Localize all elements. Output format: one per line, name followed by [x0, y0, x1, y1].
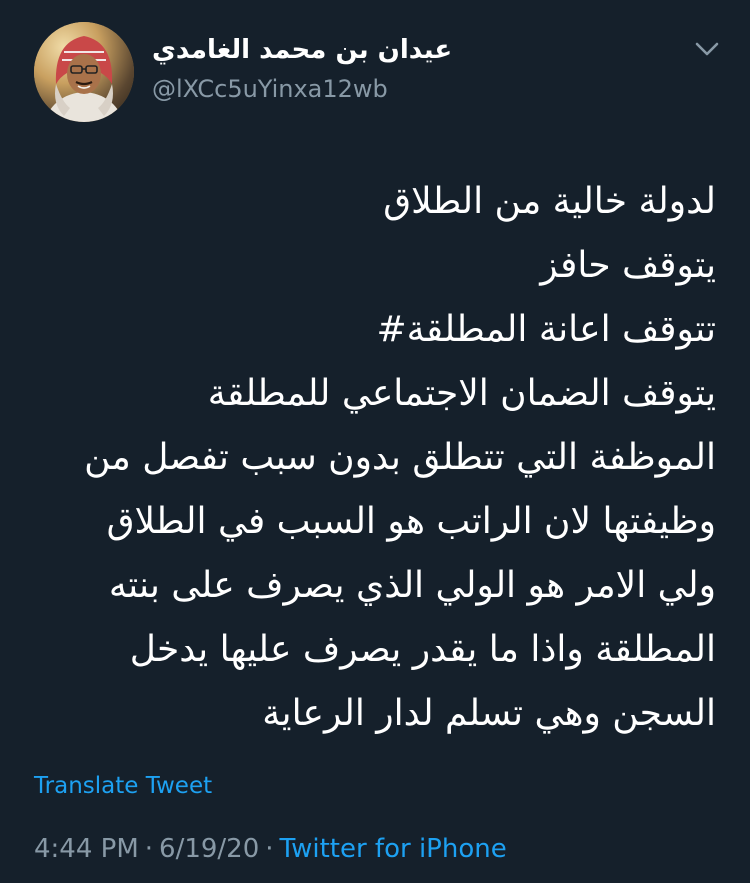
tweet-text: لدولة خالية من الطلاق يتوقف حافز تتوقف ا… [26, 170, 716, 746]
tweet-line: يتوقف الضمان الاجتماعي للمطلقة [207, 373, 716, 414]
tweet-card: عيدان بن محمد الغامدي @lXCc5uYinxa12wb ل… [0, 0, 750, 883]
meta-separator: · [144, 834, 154, 864]
avatar-image [34, 22, 134, 122]
chevron-down-icon[interactable] [692, 36, 722, 62]
tweet-line: لدولة خالية من الطلاق [383, 181, 716, 222]
user-handle[interactable]: @lXCc5uYinxa12wb [152, 74, 388, 104]
meta-separator: · [265, 834, 274, 864]
translate-tweet-link[interactable]: Translate Tweet [34, 771, 212, 801]
tweet-line: المطلقة واذا ما يقدر يصرف عليها يدخل [129, 629, 716, 670]
tweet-line: تتوقف اعانة المطلقة# [376, 309, 716, 350]
tweet-time: 4:44 PM [34, 834, 139, 864]
tweet-source-link[interactable]: Twitter for iPhone [280, 834, 507, 864]
tweet-line: السجن وهي تسلم لدار الرعاية [262, 693, 716, 734]
tweet-meta: 4:44 PM · 6/19/20 · Twitter for iPhone [34, 832, 507, 866]
tweet-line: وظيفتها لان الراتب هو السبب في الطلاق [106, 501, 716, 542]
tweet-line: ولي الامر هو الولي الذي يصرف على بنته [108, 565, 716, 606]
avatar[interactable] [34, 22, 134, 122]
tweet-date[interactable]: 6/19/20 [159, 834, 259, 864]
display-name[interactable]: عيدان بن محمد الغامدي [152, 34, 452, 66]
tweet-line: يتوقف حافز [540, 245, 716, 286]
tweet-line: الموظفة التي تتطلق بدون سبب تفصل من [84, 437, 716, 478]
